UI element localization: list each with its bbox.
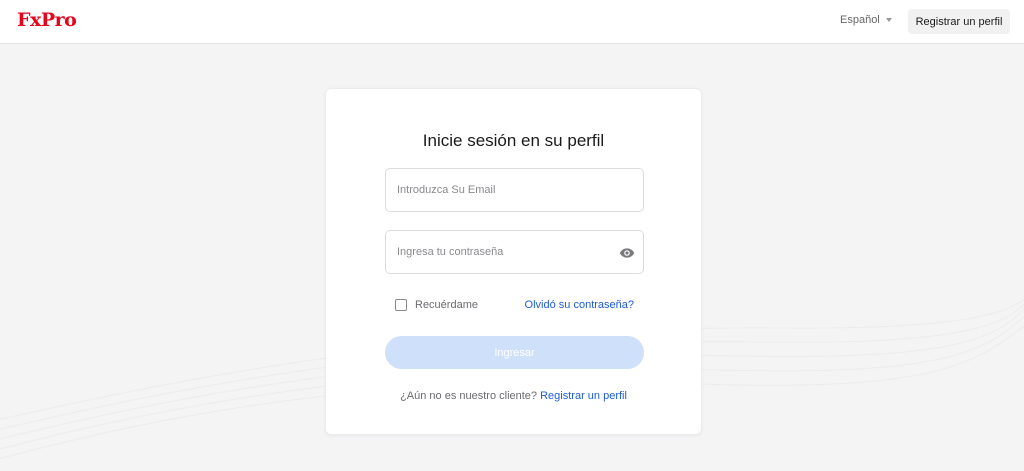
forgot-password-link[interactable]: Olvidó su contraseña? [525,299,634,311]
password-input[interactable] [386,231,643,273]
not-client-text: ¿Aún no es nuestro cliente? [400,390,538,402]
login-title: Inicie sesión en su perfil [422,131,605,150]
chevron-down-icon [885,18,892,22]
register-profile-link[interactable]: Registrar un perfil [540,390,627,402]
remember-me[interactable]: Recuérdame [395,299,478,311]
email-field [385,168,644,212]
language-label: Español [840,14,880,26]
login-submit-button[interactable]: Ingresar [385,336,644,369]
remember-checkbox[interactable] [395,299,407,311]
login-card: Inicie sesión en su perfil Recuérdame Ol… [325,88,702,435]
top-header: FxPro Español Registrar un perfil [0,0,1024,44]
remember-label: Recuérdame [415,299,478,311]
register-prompt: ¿Aún no es nuestro cliente? Registrar un… [326,390,701,402]
fxpro-logo[interactable]: FxPro [17,9,77,31]
email-input[interactable] [386,169,643,211]
language-selector[interactable]: Español [840,14,892,26]
register-profile-button[interactable]: Registrar un perfil [908,9,1010,34]
password-field [385,230,644,274]
eye-icon[interactable] [619,245,635,261]
